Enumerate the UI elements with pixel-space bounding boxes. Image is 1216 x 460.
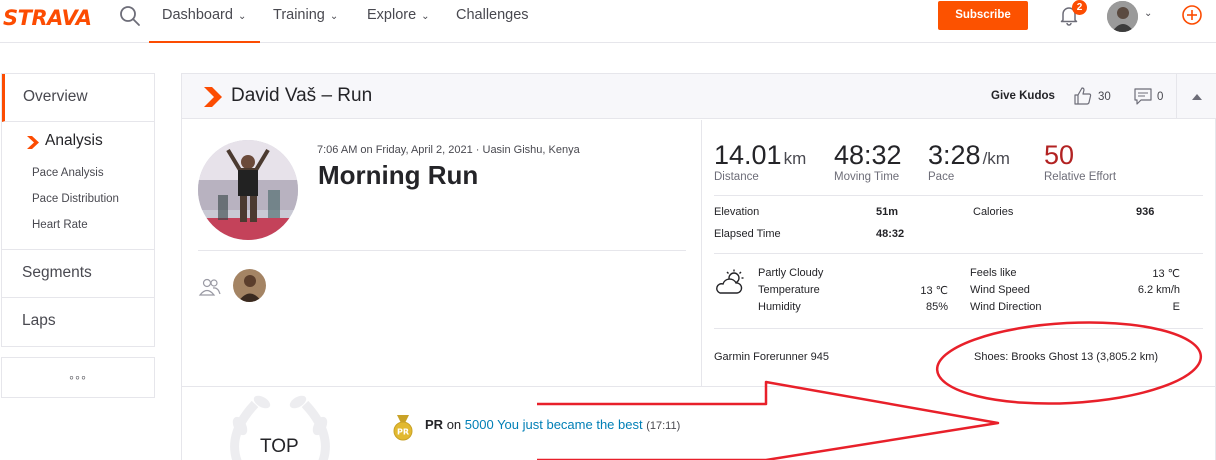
kudos-count[interactable]: 30 [1098, 91, 1111, 103]
weather-condition: Partly Cloudy [758, 267, 824, 279]
nav-dashboard[interactable]: Dashboard ⌄ [149, 0, 260, 43]
partly-cloudy-icon [716, 269, 744, 294]
wind-speed-value: 6.2 km/h [1137, 284, 1180, 296]
activity-header: David Vaš – Run Give Kudos 30 0 [182, 74, 1216, 119]
sidebar-item-laps[interactable]: Laps [2, 298, 154, 346]
sidebar-item-overview[interactable]: Overview [2, 74, 154, 122]
user-avatar[interactable] [1107, 1, 1138, 32]
shoes-info[interactable]: Shoes: Brooks Ghost 13 (3,805.2 km) [974, 351, 1158, 363]
activity-sidebar: Overview Analysis Pace Analysis Pace Dis… [1, 73, 155, 398]
nav-training[interactable]: Training ⌄ [273, 0, 338, 43]
elapsed-time-value: 48:32 [876, 228, 905, 240]
stat-pace: 3:28/km Pace [928, 140, 1010, 183]
sidebar-item-segments[interactable]: Segments [2, 250, 154, 298]
plus-circle-icon[interactable] [1181, 4, 1203, 26]
strava-logo[interactable]: STRAVA [3, 6, 92, 30]
temperature-value: 13 ℃ [920, 285, 948, 297]
wind-direction-label: Wind Direction [970, 301, 1042, 313]
comment-count[interactable]: 0 [1157, 91, 1163, 103]
nav-challenges[interactable]: Challenges [456, 0, 529, 43]
wind-speed-label: Wind Speed [970, 284, 1030, 296]
segment-link[interactable]: 5000 You just became the best [465, 417, 643, 432]
elevation-value: 51m [876, 206, 899, 218]
sidebar-menu: Overview Analysis Pace Analysis Pace Dis… [1, 73, 155, 347]
chevron-right-icon [27, 136, 39, 149]
athlete-small-avatar[interactable] [233, 269, 266, 302]
group-activity-icon[interactable] [198, 277, 222, 297]
header-divider [1176, 74, 1177, 119]
pr-medal-icon: PR [393, 415, 413, 441]
humidity-label: Humidity [758, 301, 801, 313]
sidebar-item-pace-distribution[interactable]: Pace Distribution [32, 193, 119, 205]
more-options-button[interactable]: ◦◦◦ [1, 357, 155, 398]
stat-distance: 14.01 km Distance [714, 140, 807, 183]
sidebar-analysis-label: Analysis [45, 132, 103, 149]
search-icon[interactable] [119, 5, 141, 27]
wind-direction-value: E [1172, 301, 1180, 313]
activity-header-title: David Vaš – Run [231, 85, 373, 106]
feels-like-value: 13 ℃ [1152, 268, 1180, 280]
divider [714, 253, 1203, 254]
elevation-label: Elevation [714, 206, 760, 218]
chevron-down-icon[interactable]: ⌄ [1144, 8, 1152, 19]
subscribe-button[interactable]: Subscribe [938, 1, 1028, 30]
chevron-down-icon: ⌄ [329, 11, 339, 22]
notification-badge: 2 [1072, 0, 1087, 15]
pr-achievement: PR on 5000 You just became the best (17:… [425, 417, 681, 432]
give-kudos-button[interactable]: Give Kudos [991, 90, 1055, 102]
nav-explore[interactable]: Explore ⌄ [367, 0, 430, 43]
sidebar-item-analysis[interactable]: Analysis Pace Analysis Pace Distribution… [2, 122, 154, 250]
sidebar-item-pace-analysis[interactable]: Pace Analysis [32, 167, 104, 179]
divider [198, 250, 686, 251]
activity-meta: 7:06 AM on Friday, April 2, 2021 · Uasin… [317, 144, 580, 156]
sidebar-item-heart-rate[interactable]: Heart Rate [32, 219, 88, 231]
calories-value: 936 [1136, 206, 1155, 218]
collapse-caret-icon[interactable] [1192, 93, 1202, 100]
athlete-photo[interactable] [198, 140, 298, 240]
device-name: Garmin Forerunner 945 [714, 351, 829, 363]
calories-label: Calories [973, 206, 1014, 218]
divider [714, 328, 1203, 329]
svg-text:PR: PR [397, 428, 409, 437]
divider [714, 195, 1203, 196]
humidity-value: 85% [925, 301, 948, 313]
panel-vertical-divider [701, 120, 702, 386]
stat-relative-effort[interactable]: 50 Relative Effort [1044, 140, 1116, 183]
comment-icon[interactable] [1134, 88, 1152, 105]
elapsed-time-label: Elapsed Time [714, 228, 781, 240]
activity-type-chevron-icon [204, 87, 222, 107]
temperature-label: Temperature [758, 284, 820, 296]
activity-name: Morning Run [318, 160, 479, 190]
top-result-label: TOP [260, 436, 299, 457]
chevron-down-icon: ⌄ [421, 11, 430, 22]
activity-panel: David Vaš – Run Give Kudos 30 0 7:06 AM … [181, 73, 1216, 460]
chevron-down-icon: ⌄ [237, 11, 247, 22]
top-navbar: STRAVA Dashboard ⌄ Training ⌄ Explore ⌄ Cha… [0, 0, 1216, 43]
stat-moving-time: 48:32 Moving Time [834, 140, 902, 183]
feels-like-label: Feels like [970, 267, 1017, 279]
thumbs-up-icon[interactable] [1074, 87, 1092, 105]
